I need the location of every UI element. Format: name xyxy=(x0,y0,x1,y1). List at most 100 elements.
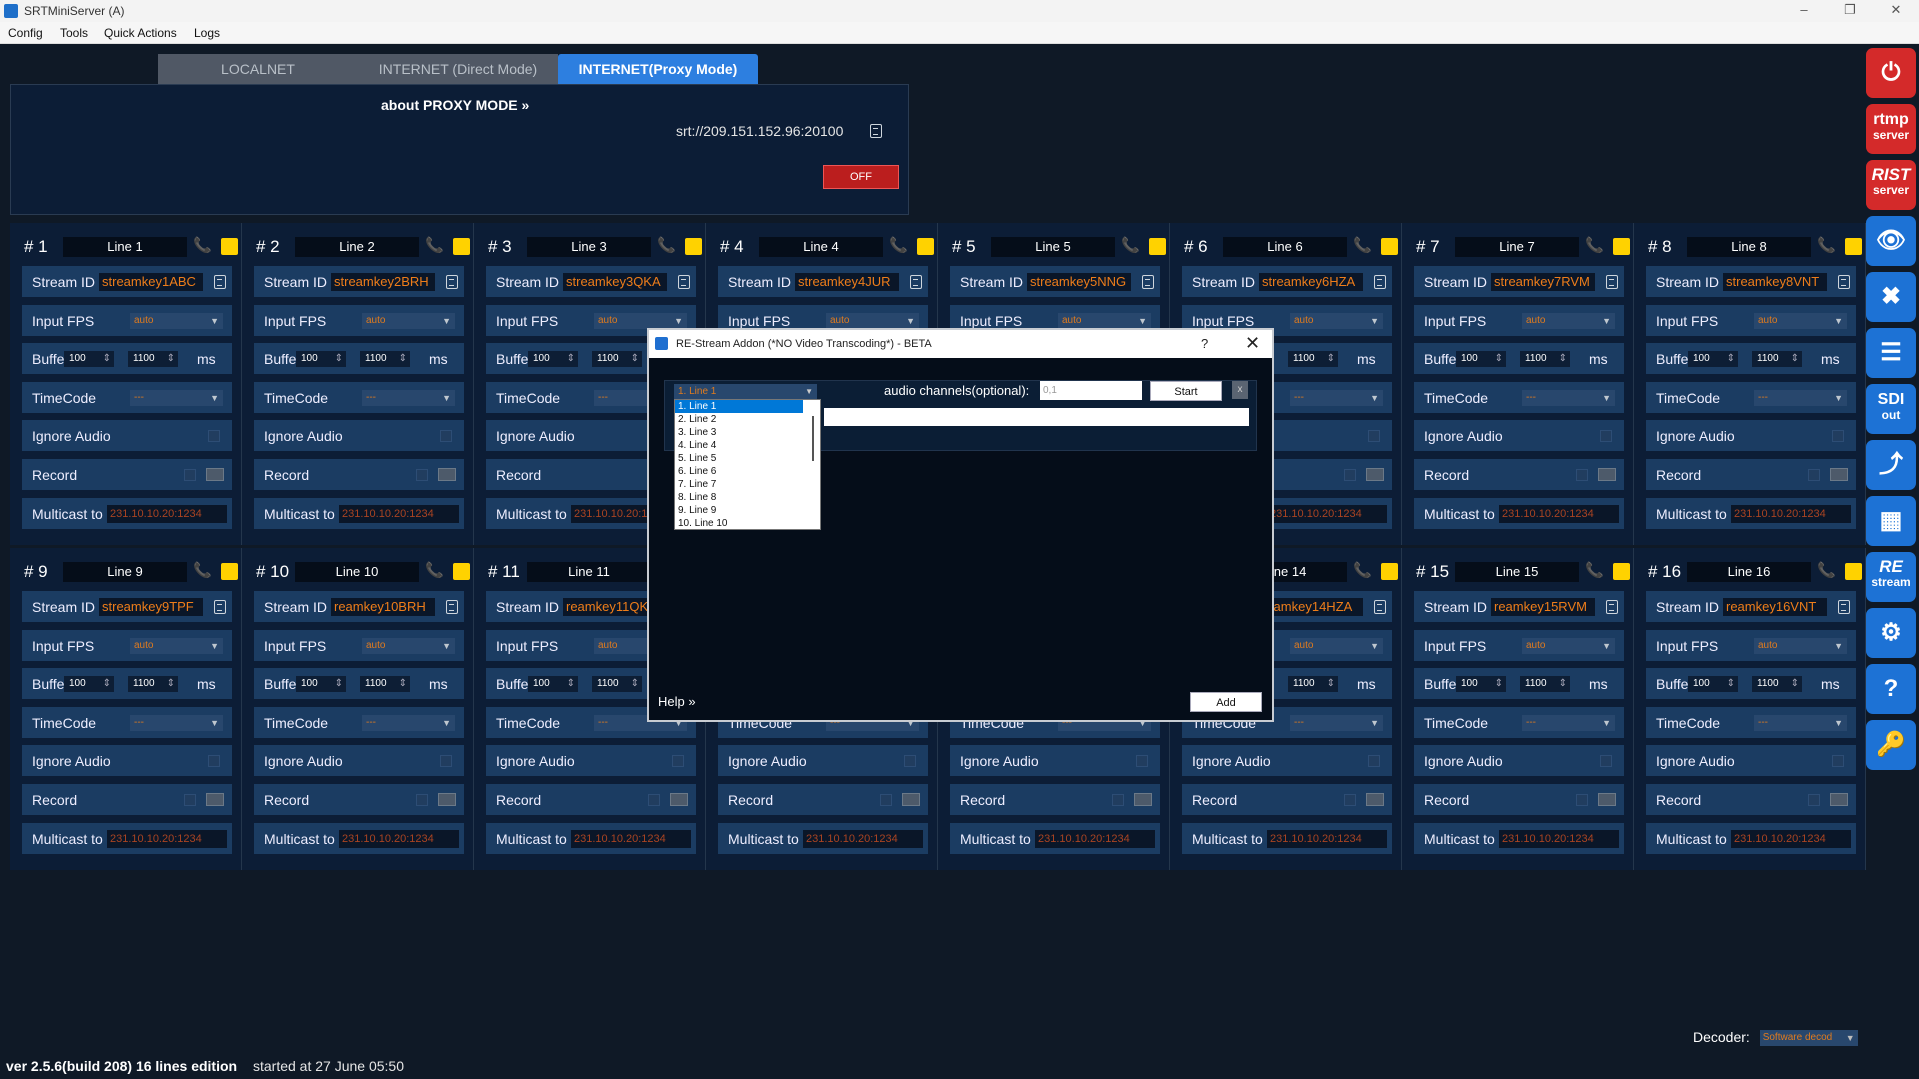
record-checkbox[interactable] xyxy=(1576,469,1588,481)
menu-config[interactable]: Config xyxy=(8,26,43,40)
help-button[interactable]: ? xyxy=(1866,664,1916,714)
multicast-input[interactable]: 231.10.10.20:1234 xyxy=(1499,505,1619,523)
dropdown-option[interactable]: 8. Line 8 xyxy=(675,491,803,504)
record-path-button[interactable] xyxy=(670,793,688,806)
buffer-max-spinner[interactable]: 1100 xyxy=(360,351,410,367)
input-fps-select[interactable]: auto xyxy=(1522,638,1615,654)
multicast-input[interactable]: 231.10.10.20:1234 xyxy=(1731,505,1851,523)
timecode-select[interactable]: --- xyxy=(1290,715,1383,731)
menu-logs[interactable]: Logs xyxy=(194,26,220,40)
ignore-audio-checkbox[interactable] xyxy=(904,755,916,767)
record-path-button[interactable] xyxy=(1598,793,1616,806)
copy-stream-id-icon[interactable] xyxy=(1374,600,1386,614)
stream-id-value[interactable]: streamkey6HZA xyxy=(1259,273,1363,291)
copy-url-icon[interactable] xyxy=(870,124,882,138)
record-checkbox[interactable] xyxy=(1808,469,1820,481)
input-fps-select[interactable]: auto xyxy=(130,638,223,654)
ignore-audio-checkbox[interactable] xyxy=(672,755,684,767)
copy-stream-id-icon[interactable] xyxy=(1838,275,1850,289)
buffer-max-spinner[interactable]: 1100 xyxy=(128,351,178,367)
buffer-min-spinner[interactable]: 100 xyxy=(1456,351,1506,367)
ignore-audio-checkbox[interactable] xyxy=(1832,430,1844,442)
phone-icon[interactable]: 📞 xyxy=(1585,561,1604,579)
record-checkbox[interactable] xyxy=(880,794,892,806)
tab-internet-proxy[interactable]: INTERNET(Proxy Mode) xyxy=(558,54,758,84)
tab-localnet[interactable]: LOCALNET xyxy=(158,54,358,84)
timecode-select[interactable]: --- xyxy=(130,390,223,406)
close-window-button[interactable]: ✕ xyxy=(1876,2,1916,18)
stream-id-value[interactable]: streamkey8VNT xyxy=(1723,273,1827,291)
line-name[interactable]: Line 3 xyxy=(527,237,651,257)
buffer-max-spinner[interactable]: 1100 xyxy=(128,676,178,692)
phone-icon[interactable]: 📞 xyxy=(1817,236,1836,254)
timecode-select[interactable]: --- xyxy=(1754,390,1847,406)
record-checkbox[interactable] xyxy=(1344,794,1356,806)
timecode-select[interactable]: --- xyxy=(362,390,455,406)
stream-id-value[interactable]: reamkey14HZA xyxy=(1259,598,1363,616)
stream-id-value[interactable]: streamkey7RVM xyxy=(1491,273,1595,291)
restream-button[interactable]: RE stream xyxy=(1866,552,1916,602)
dropdown-option[interactable]: 5. Line 5 xyxy=(675,452,803,465)
copy-stream-id-icon[interactable] xyxy=(1374,275,1386,289)
line-name[interactable]: Line 1 xyxy=(63,237,187,257)
record-path-button[interactable] xyxy=(438,468,456,481)
dropdown-option[interactable]: 2. Line 2 xyxy=(675,413,803,426)
share-button[interactable]: ⤴ xyxy=(1866,440,1916,490)
copy-stream-id-icon[interactable] xyxy=(678,275,690,289)
remove-button[interactable]: x xyxy=(1232,381,1248,399)
phone-icon[interactable]: 📞 xyxy=(1121,236,1140,254)
record-checkbox[interactable] xyxy=(1344,469,1356,481)
multicast-input[interactable]: 231.10.10.20:1234 xyxy=(107,830,227,848)
rist-server-button[interactable]: RIST server xyxy=(1866,160,1916,210)
dropdown-option[interactable]: 3. Line 3 xyxy=(675,426,803,439)
copy-stream-id-icon[interactable] xyxy=(214,275,226,289)
dropdown-scrollbar[interactable] xyxy=(812,416,814,461)
power-button[interactable]: ⏻ xyxy=(1866,48,1916,98)
phone-icon[interactable]: 📞 xyxy=(1353,561,1372,579)
line-name[interactable]: Line 9 xyxy=(63,562,187,582)
stream-id-value[interactable]: reamkey10BRH xyxy=(331,598,435,616)
phone-icon[interactable]: 📞 xyxy=(889,236,908,254)
record-path-button[interactable] xyxy=(1134,793,1152,806)
phone-icon[interactable]: 📞 xyxy=(1817,561,1836,579)
input-fps-select[interactable]: auto xyxy=(1754,313,1847,329)
line-name[interactable]: Line 4 xyxy=(759,237,883,257)
stream-id-value[interactable]: streamkey2BRH xyxy=(331,273,435,291)
copy-stream-id-icon[interactable] xyxy=(446,275,458,289)
line-name[interactable]: Line 15 xyxy=(1455,562,1579,582)
tab-internet-direct[interactable]: INTERNET (Direct Mode) xyxy=(358,54,558,84)
multicast-input[interactable]: 231.10.10.20:1234 xyxy=(1267,505,1387,523)
copy-stream-id-icon[interactable] xyxy=(1142,275,1154,289)
multicast-input[interactable]: 231.10.10.20:1234 xyxy=(1731,830,1851,848)
proxy-off-button[interactable]: OFF xyxy=(823,165,899,189)
buffer-min-spinner[interactable]: 100 xyxy=(1688,351,1738,367)
buffer-min-spinner[interactable]: 100 xyxy=(296,676,346,692)
layout-button[interactable]: ▦ xyxy=(1866,496,1916,546)
menu-tools[interactable]: Tools xyxy=(60,26,88,40)
stream-id-value[interactable]: streamkey3QKA xyxy=(563,273,667,291)
line-name[interactable]: Line 16 xyxy=(1687,562,1811,582)
record-path-button[interactable] xyxy=(206,468,224,481)
minimize-button[interactable]: – xyxy=(1784,2,1824,17)
ignore-audio-checkbox[interactable] xyxy=(1600,755,1612,767)
buffer-min-spinner[interactable]: 100 xyxy=(1688,676,1738,692)
ignore-audio-checkbox[interactable] xyxy=(440,430,452,442)
ignore-audio-checkbox[interactable] xyxy=(208,755,220,767)
phone-icon[interactable]: 📞 xyxy=(425,236,444,254)
stream-id-value[interactable]: reamkey15RVM xyxy=(1491,598,1595,616)
timecode-select[interactable]: --- xyxy=(362,715,455,731)
audio-channels-input[interactable]: 0,1 xyxy=(1040,381,1142,400)
buffer-max-spinner[interactable]: 1100 xyxy=(1288,676,1338,692)
key-button[interactable]: 🔑 xyxy=(1866,720,1916,770)
dropdown-option[interactable]: 10. Line 10 xyxy=(675,517,803,530)
multicast-input[interactable]: 231.10.10.20:1234 xyxy=(107,505,227,523)
line-select[interactable]: 1. Line 1 xyxy=(674,384,817,399)
sdi-out-button[interactable]: SDI out xyxy=(1866,384,1916,434)
buffer-min-spinner[interactable]: 100 xyxy=(64,351,114,367)
ignore-audio-checkbox[interactable] xyxy=(1832,755,1844,767)
preview-button[interactable]: 👁 xyxy=(1866,216,1916,266)
multicast-input[interactable]: 231.10.10.20:1234 xyxy=(339,505,459,523)
record-checkbox[interactable] xyxy=(648,794,660,806)
buffer-min-spinner[interactable]: 100 xyxy=(296,351,346,367)
buffer-max-spinner[interactable]: 1100 xyxy=(1288,351,1338,367)
